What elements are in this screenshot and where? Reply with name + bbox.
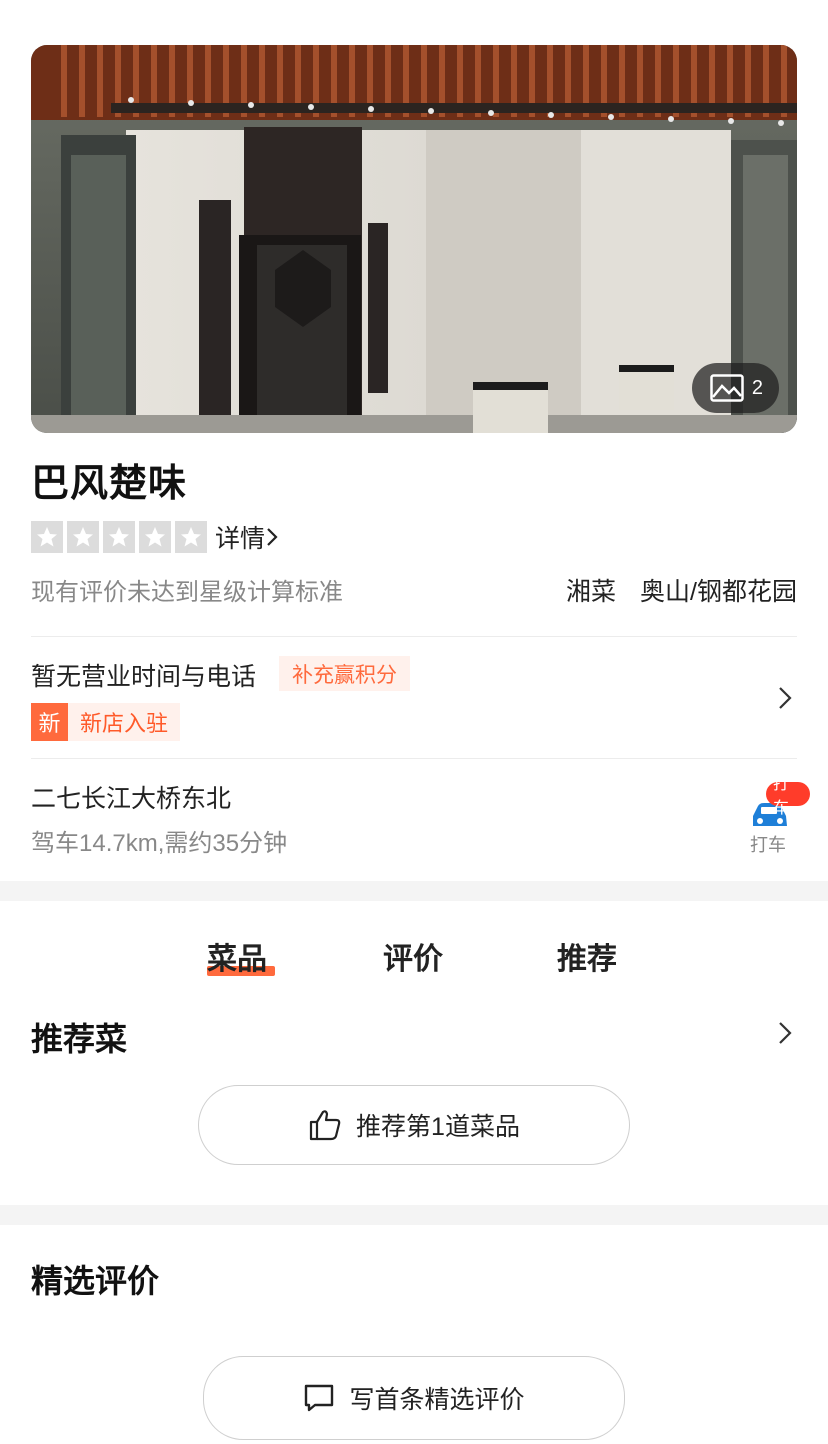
taxi-badge: 打车 [766, 776, 810, 817]
hours-text: 暂无营业时间与电话 [31, 663, 257, 691]
new-store-label: 新店入驻 [80, 711, 169, 736]
divider [31, 758, 797, 759]
shop-name: 巴风楚味 [31, 463, 188, 505]
storefront-photo[interactable]: 2 [31, 45, 797, 433]
section-separator [0, 1205, 828, 1225]
star-icon [139, 521, 171, 553]
storefront-image [31, 45, 797, 433]
detail-link-label: 详情 [215, 525, 266, 553]
chevron-right-icon[interactable] [774, 1020, 796, 1046]
cuisine-tag[interactable]: 湘菜 [566, 572, 616, 608]
tab-recommend[interactable]: 推荐 [557, 934, 617, 978]
section-separator [0, 881, 828, 901]
tab-reviews[interactable]: 评价 [383, 934, 443, 978]
thumbs-up-icon [309, 1110, 341, 1141]
detail-link[interactable]: 详情 [215, 519, 279, 555]
address-text[interactable]: 二七长江大桥东北 [31, 779, 231, 815]
divider [31, 636, 797, 637]
chevron-right-icon [267, 528, 278, 546]
recommend-dish-button[interactable]: 推荐第1道菜品 [198, 1085, 630, 1165]
new-mark: 新 [31, 703, 68, 741]
write-review-button[interactable]: 写首条精选评价 [203, 1356, 625, 1440]
comment-icon [305, 1384, 334, 1412]
shop-tags: 湘菜 奥山/钢都花园 [566, 572, 797, 608]
new-store-badge: 新 新店入驻 [31, 703, 181, 741]
taxi-button[interactable]: 打车 打车 [746, 776, 810, 856]
photo-count-badge[interactable]: 2 [691, 363, 779, 413]
star-icon [175, 521, 207, 553]
image-icon [710, 374, 744, 402]
recommend-dish-label: 推荐第1道菜品 [356, 1113, 520, 1141]
photo-count: 2 [751, 376, 763, 399]
star-icon [67, 521, 99, 553]
rating-note: 现有评价未达到星级计算标准 [31, 579, 343, 606]
area-tag[interactable]: 奥山/钢都花园 [640, 572, 797, 608]
drive-info: 驾车14.7km,需约35分钟 [31, 830, 288, 857]
rating-row[interactable]: 详情 [31, 521, 279, 553]
tab-dishes[interactable]: 菜品 [207, 934, 267, 978]
points-badge[interactable]: 补充赢积分 [279, 656, 410, 691]
star-icon [31, 521, 63, 553]
write-review-label: 写首条精选评价 [349, 1386, 525, 1414]
chevron-right-icon[interactable] [774, 685, 796, 711]
star-icon [103, 521, 135, 553]
taxi-label: 打车 [750, 835, 786, 855]
selected-reviews-title: 精选评价 [31, 1263, 160, 1299]
recommend-dishes-title: 推荐菜 [31, 1021, 128, 1057]
